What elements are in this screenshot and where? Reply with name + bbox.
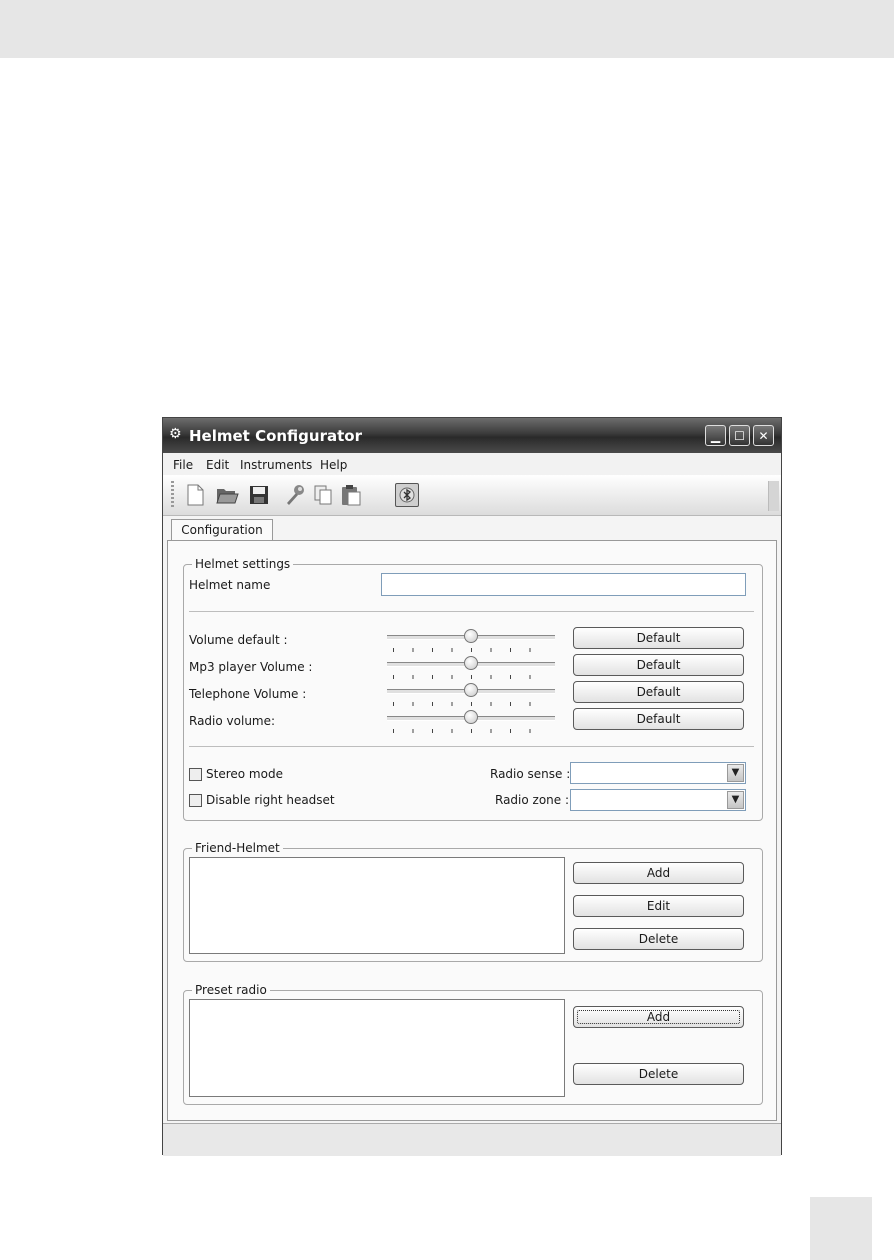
helmet-configurator-window: ⚙ Helmet Configurator ▁ ☐ ✕ File Edit In…: [162, 417, 782, 1156]
configuration-panel: Helmet settings Helmet name Volume defau…: [167, 540, 777, 1121]
toolbar-grip[interactable]: [171, 481, 174, 509]
menu-bar: File Edit Instruments Help: [163, 453, 781, 475]
radio-zone-label: Radio zone :: [495, 793, 570, 807]
preset-delete-button[interactable]: Delete: [573, 1063, 744, 1085]
paste-icon[interactable]: [339, 483, 363, 507]
open-folder-icon[interactable]: [215, 483, 239, 507]
separator: [189, 611, 754, 612]
preset-add-button[interactable]: Add: [573, 1006, 744, 1028]
save-icon[interactable]: [247, 483, 271, 507]
tab-configuration[interactable]: Configuration: [171, 519, 273, 541]
menu-file[interactable]: File: [173, 458, 193, 472]
app-icon: ⚙: [169, 426, 182, 442]
friend-helmet-list[interactable]: [189, 857, 565, 954]
wrench-icon[interactable]: [283, 483, 307, 507]
mp3-volume-label: Mp3 player Volume :: [189, 660, 313, 674]
telephone-volume-label: Telephone Volume :: [189, 687, 307, 701]
helmet-settings-group: Helmet settings Helmet name Volume defau…: [183, 557, 763, 821]
friend-add-button[interactable]: Add: [573, 862, 744, 884]
close-button[interactable]: ✕: [753, 425, 774, 446]
slider-thumb[interactable]: [464, 683, 478, 697]
maximize-button[interactable]: ☐: [729, 425, 750, 446]
volume-default-label: Volume default :: [189, 633, 288, 647]
page-number-box: [810, 1197, 872, 1260]
friend-helmet-legend: Friend-Helmet: [192, 841, 283, 855]
friend-delete-button[interactable]: Delete: [573, 928, 744, 950]
mp3-volume-default-button[interactable]: Default: [573, 654, 744, 676]
disable-right-headset-checkbox[interactable]: [189, 794, 202, 807]
stereo-mode-label: Stereo mode: [206, 767, 283, 781]
volume-default-button[interactable]: Default: [573, 627, 744, 649]
volume-default-slider[interactable]: [387, 629, 557, 655]
helmet-name-input[interactable]: [381, 573, 746, 596]
slider-thumb[interactable]: [464, 656, 478, 670]
minimize-button[interactable]: ▁: [705, 425, 726, 446]
bluetooth-icon[interactable]: [395, 483, 419, 507]
new-file-icon[interactable]: [183, 483, 207, 507]
menu-instruments[interactable]: Instruments: [240, 458, 312, 472]
radio-volume-default-button[interactable]: Default: [573, 708, 744, 730]
radio-sense-label: Radio sense :: [490, 767, 571, 781]
helmet-settings-legend: Helmet settings: [192, 557, 294, 571]
toolbar: [163, 475, 781, 516]
mp3-volume-slider[interactable]: [387, 656, 557, 682]
menu-help[interactable]: Help: [320, 458, 347, 472]
radio-zone-select[interactable]: ▼: [570, 789, 746, 811]
friend-helmet-group: Friend-Helmet Add Edit Delete: [183, 841, 763, 962]
helmet-name-label: Helmet name: [189, 578, 271, 592]
menu-edit[interactable]: Edit: [206, 458, 229, 472]
preset-radio-legend: Preset radio: [192, 983, 270, 997]
status-bar: [163, 1123, 781, 1156]
chevron-down-icon[interactable]: ▼: [727, 791, 744, 809]
stereo-mode-checkbox[interactable]: [189, 768, 202, 781]
chevron-down-icon[interactable]: ▼: [727, 764, 744, 782]
telephone-volume-default-button[interactable]: Default: [573, 681, 744, 703]
friend-edit-button[interactable]: Edit: [573, 895, 744, 917]
toolbar-overflow-handle[interactable]: [768, 481, 779, 511]
slider-thumb[interactable]: [464, 629, 478, 643]
tab-strip: Configuration: [163, 515, 781, 541]
radio-sense-select[interactable]: ▼: [570, 762, 746, 784]
window-title: Helmet Configurator: [189, 427, 362, 445]
copy-icon[interactable]: [311, 483, 335, 507]
telephone-volume-slider[interactable]: [387, 683, 557, 709]
radio-volume-label: Radio volume:: [189, 714, 276, 728]
preset-radio-group: Preset radio Add Delete: [183, 983, 763, 1105]
slider-thumb[interactable]: [464, 710, 478, 724]
title-bar[interactable]: ⚙ Helmet Configurator ▁ ☐ ✕: [163, 418, 781, 453]
disable-right-headset-label: Disable right headset: [206, 793, 335, 807]
page-header-band: [0, 0, 894, 58]
radio-volume-slider[interactable]: [387, 710, 557, 736]
separator: [189, 746, 754, 747]
preset-radio-list[interactable]: [189, 999, 565, 1097]
